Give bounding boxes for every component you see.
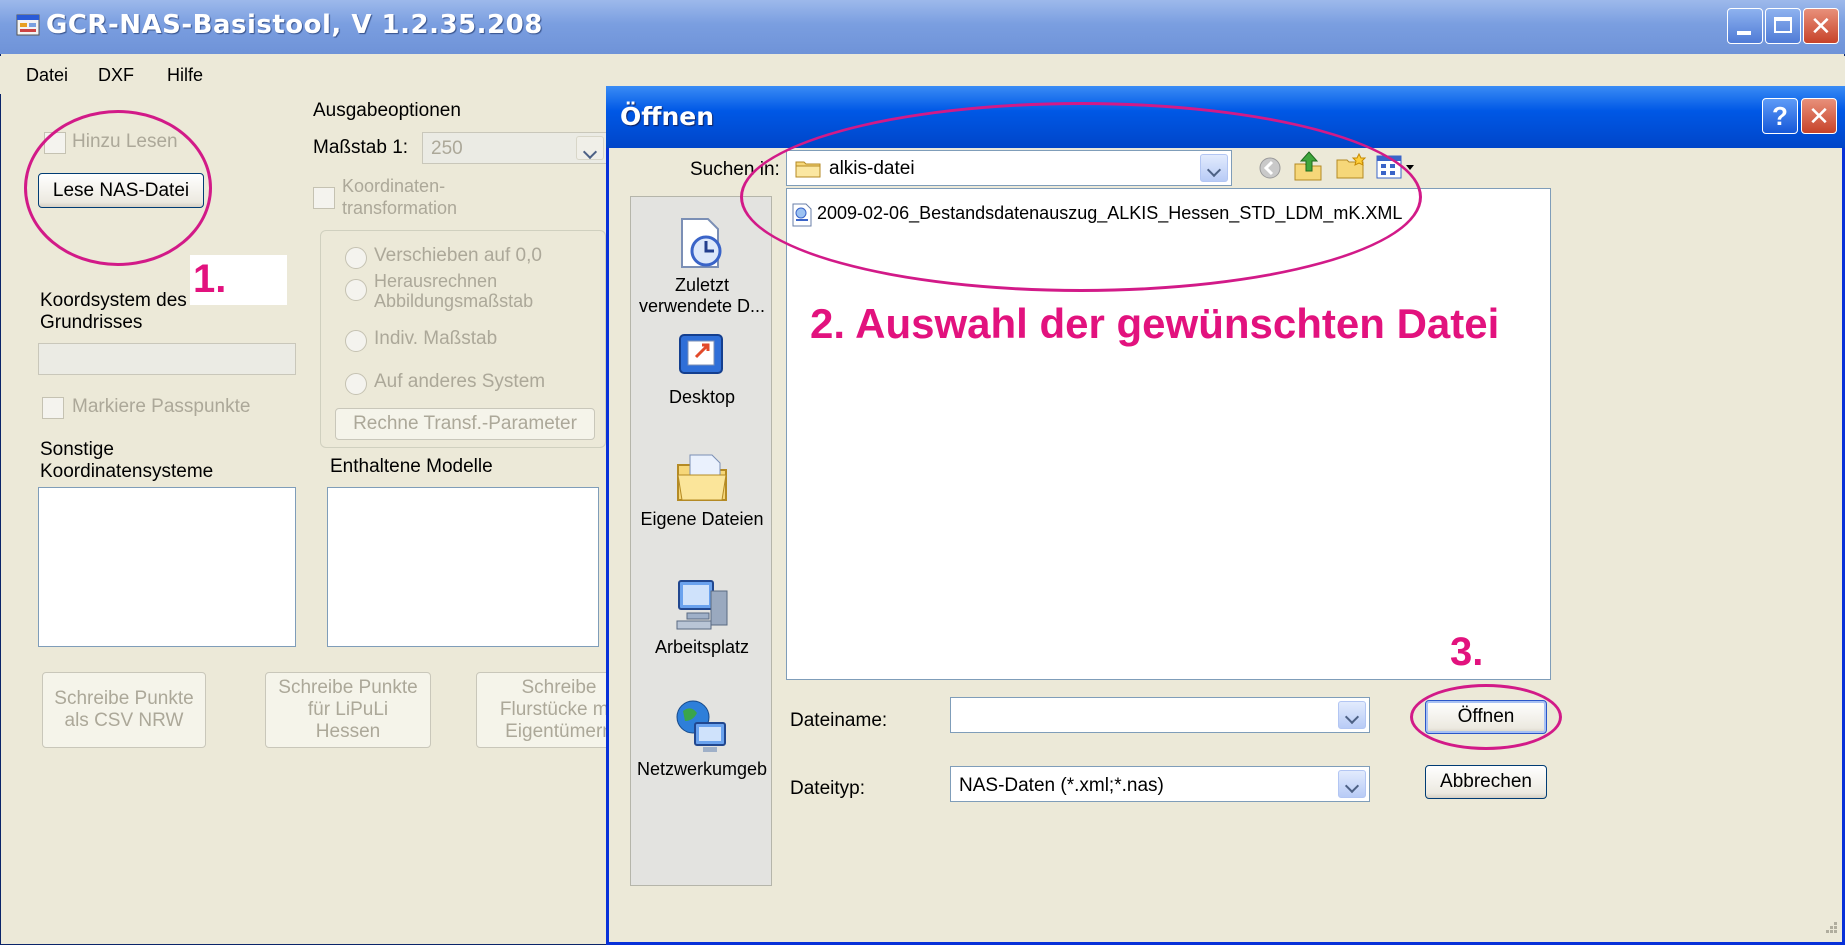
radio-herausrechnen-label-1: Herausrechnen bbox=[374, 271, 498, 291]
step1-highlight-ellipse bbox=[24, 110, 212, 266]
close-icon: ✕ bbox=[1808, 100, 1830, 131]
radio-anderes-system-label: Auf anderes System bbox=[374, 371, 546, 392]
step3-highlight-ellipse bbox=[1410, 684, 1562, 750]
radio-indiv-massstab[interactable] bbox=[345, 330, 367, 352]
schreibe-punkte-lipuli-button[interactable]: Schreibe Punkte für LiPuLi Hessen bbox=[265, 672, 431, 748]
sonstige-label-1: Sonstige bbox=[40, 439, 114, 460]
minimize-button[interactable] bbox=[1727, 8, 1763, 44]
network-icon bbox=[676, 700, 726, 752]
enthaltene-modelle-list[interactable] bbox=[327, 487, 599, 647]
cancel-button[interactable]: Abbrechen bbox=[1425, 765, 1547, 799]
dateityp-select[interactable]: NAS-Daten (*.xml;*.nas) bbox=[950, 766, 1370, 802]
dialog-title: Öffnen bbox=[620, 102, 715, 131]
step1-label: 1. bbox=[193, 257, 227, 301]
dateityp-value: NAS-Daten (*.xml;*.nas) bbox=[959, 775, 1164, 796]
radio-anderes-system[interactable] bbox=[345, 373, 367, 395]
place-my-documents-label: Eigene Dateien bbox=[640, 509, 764, 529]
radio-herausrechnen-label-2: Abbildungsmaßstab bbox=[374, 291, 534, 311]
schreibe-punkte-lipuli-label-3: Hessen bbox=[315, 721, 381, 742]
dateityp-label: Dateityp: bbox=[790, 778, 865, 799]
place-my-documents[interactable]: Eigene Dateien bbox=[631, 449, 773, 530]
massstab-value: 250 bbox=[431, 138, 463, 159]
dialog-close-button[interactable]: ✕ bbox=[1801, 98, 1837, 134]
markiere-passpunkte-checkbox[interactable] bbox=[42, 397, 64, 419]
markiere-passpunkte-label: Markiere Passpunkte bbox=[72, 396, 251, 417]
maximize-button[interactable] bbox=[1765, 8, 1801, 44]
places-bar: Zuletzt verwendete D... Desktop Eigene D… bbox=[630, 196, 772, 886]
enthaltene-modelle-label: Enthaltene Modelle bbox=[330, 456, 493, 477]
schreibe-punkte-csv-label-2: als CSV NRW bbox=[64, 710, 184, 731]
menu-datei[interactable]: Datei bbox=[26, 65, 68, 86]
step2-highlight-ellipse bbox=[740, 102, 1422, 292]
schreibe-punkte-lipuli-label-1: Schreibe Punkte bbox=[278, 677, 418, 698]
schreibe-flurstuecke-label-3: Eigentümern bbox=[505, 721, 613, 742]
massstab-select[interactable]: 250 bbox=[422, 132, 608, 164]
schreibe-punkte-lipuli-label-2: für LiPuLi bbox=[307, 699, 389, 720]
massstab-label: Maßstab 1: bbox=[313, 137, 409, 158]
dateiname-input[interactable] bbox=[950, 697, 1370, 733]
main-title-bar[interactable]: GCR-NAS-Basistool, V 1.2.35.208 ✕ bbox=[0, 0, 1845, 54]
schreibe-punkte-csv-button[interactable]: Schreibe Punkte als CSV NRW bbox=[42, 672, 206, 748]
chevron-down-icon bbox=[1338, 701, 1366, 729]
close-icon: ✕ bbox=[1810, 11, 1832, 41]
place-network-label: Netzwerkumgeb bbox=[636, 759, 768, 779]
koordinatentransformation-label-2: transformation bbox=[342, 198, 458, 218]
chevron-down-icon bbox=[576, 136, 604, 160]
place-desktop[interactable]: Desktop bbox=[631, 331, 773, 408]
resize-grip-icon[interactable] bbox=[1822, 918, 1840, 936]
radio-verschieben-label: Verschieben auf 0,0 bbox=[374, 245, 542, 266]
koordsystem-label-2: Grundrisses bbox=[40, 312, 143, 333]
my-computer-icon bbox=[676, 580, 728, 630]
radio-verschieben[interactable] bbox=[345, 247, 367, 269]
menu-dxf[interactable]: DXF bbox=[98, 65, 134, 86]
ausgabeoptionen-label: Ausgabeoptionen bbox=[313, 100, 461, 121]
step3-label: 3. bbox=[1450, 630, 1484, 674]
place-my-computer[interactable]: Arbeitsplatz bbox=[631, 575, 773, 658]
place-my-computer-label: Arbeitsplatz bbox=[654, 637, 750, 657]
help-button[interactable]: ? bbox=[1762, 98, 1798, 134]
step2-label: 2. Auswahl der gewünschten Datei bbox=[810, 300, 1500, 347]
chevron-down-icon bbox=[1338, 770, 1366, 798]
recent-icon bbox=[681, 218, 722, 268]
koordinatentransformation-label-1: Koordinaten- bbox=[342, 176, 446, 196]
sonstige-koordinatensysteme-list[interactable] bbox=[38, 487, 296, 647]
place-desktop-label: Desktop bbox=[668, 387, 736, 407]
menu-hilfe[interactable]: Hilfe bbox=[167, 65, 203, 86]
rechne-transf-parameter-button[interactable]: Rechne Transf.-Parameter bbox=[335, 408, 595, 440]
my-documents-icon bbox=[677, 454, 727, 501]
place-recent-label-2: verwendete D... bbox=[638, 296, 766, 316]
radio-herausrechnen[interactable] bbox=[345, 279, 367, 301]
radio-indiv-massstab-label: Indiv. Maßstab bbox=[374, 328, 498, 349]
schreibe-flurstuecke-label-2: Flurstücke mit bbox=[499, 699, 619, 720]
place-recent-label-1: Zuletzt bbox=[674, 275, 730, 295]
sonstige-label-2: Koordinatensysteme bbox=[40, 461, 214, 482]
place-recent[interactable]: Zuletzt verwendete D... bbox=[631, 215, 773, 317]
schreibe-punkte-csv-label-1: Schreibe Punkte bbox=[54, 688, 194, 709]
place-network[interactable]: Netzwerkumgeb bbox=[631, 697, 773, 780]
koordinatentransformation-checkbox[interactable] bbox=[313, 187, 335, 209]
desktop-icon bbox=[679, 334, 723, 374]
dateiname-label: Dateiname: bbox=[790, 710, 888, 731]
app-icon bbox=[16, 14, 40, 36]
koordsystem-label-1: Koordsystem des bbox=[40, 290, 187, 311]
help-icon: ? bbox=[1772, 100, 1788, 131]
koordsystem-field[interactable] bbox=[38, 343, 296, 375]
main-close-button[interactable]: ✕ bbox=[1803, 8, 1839, 44]
main-window-title: GCR-NAS-Basistool, V 1.2.35.208 bbox=[46, 10, 543, 40]
schreibe-flurstuecke-label-1: Schreibe bbox=[521, 677, 597, 698]
